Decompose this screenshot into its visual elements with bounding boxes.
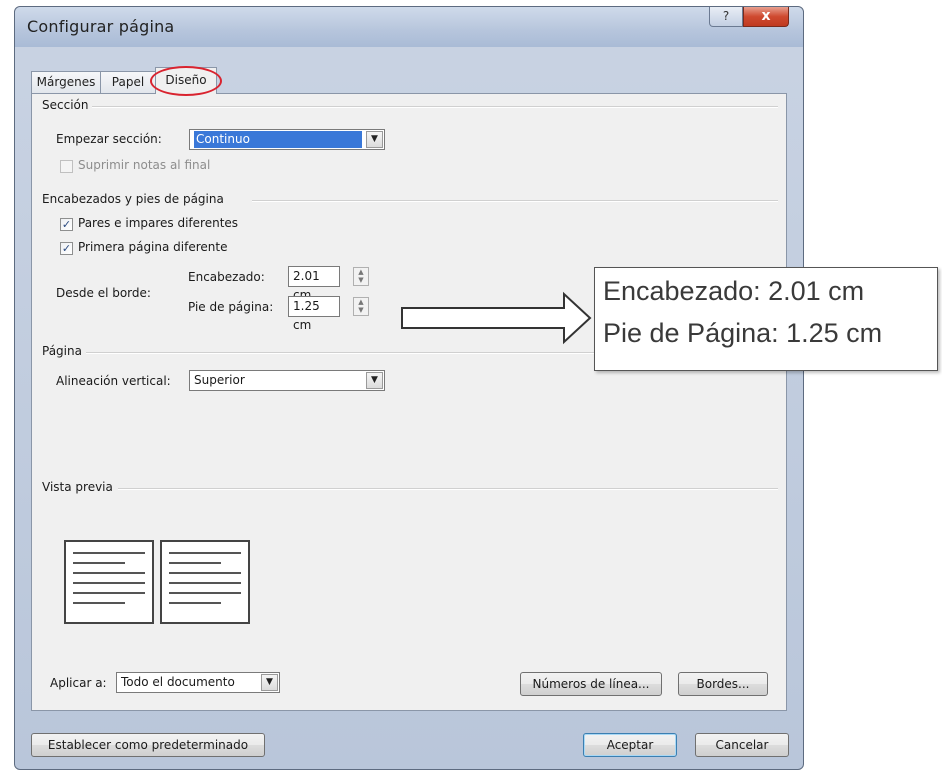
- ok-button[interactable]: Aceptar: [583, 733, 677, 757]
- tab-paper[interactable]: Papel: [100, 71, 156, 93]
- footer-distance-input[interactable]: 1.25 cm ▲ ▼: [288, 296, 369, 332]
- preview-page-left: [64, 540, 154, 624]
- apply-to-label: Aplicar a:: [50, 676, 107, 690]
- arrow-right-icon: [401, 291, 592, 345]
- odd-even-checkbox[interactable]: ✓: [60, 218, 73, 231]
- footer-distance-value: 1.25 cm: [293, 299, 320, 332]
- chevron-down-icon[interactable]: ▼: [261, 674, 278, 691]
- odd-even-label: Pares e impares diferentes: [78, 216, 239, 230]
- chevron-down-icon[interactable]: ▼: [366, 372, 383, 389]
- section-divider: [92, 106, 778, 108]
- headers-footers-divider: [252, 200, 778, 202]
- header-distance-label: Encabezado:: [188, 270, 265, 284]
- section-start-value: Continuo: [194, 131, 362, 148]
- help-button[interactable]: ?: [709, 7, 743, 27]
- title-bar[interactable]: Configurar página ? x: [15, 7, 803, 47]
- headers-footers-heading: Encabezados y pies de página: [42, 192, 228, 206]
- vertical-alignment-select[interactable]: Superior ▼: [189, 370, 385, 391]
- tab-margins[interactable]: Márgenes: [31, 71, 101, 93]
- section-start-label: Empezar sección:: [56, 132, 162, 146]
- set-default-button[interactable]: Establecer como predeterminado: [31, 733, 265, 757]
- vertical-alignment-value: Superior: [194, 373, 245, 387]
- page-heading: Página: [42, 344, 86, 358]
- first-page-label: Primera página diferente: [78, 240, 228, 254]
- spinner-arrows-icon[interactable]: ▲ ▼: [353, 297, 369, 316]
- suppress-endnotes-label: Suprimir notas al final: [78, 158, 211, 172]
- line-numbers-button[interactable]: Números de línea...: [520, 672, 662, 696]
- preview-page-right: [160, 540, 250, 624]
- borders-button[interactable]: Bordes...: [678, 672, 768, 696]
- callout-header-text: Encabezado: 2.01 cm: [603, 276, 865, 306]
- from-edge-label: Desde el borde:: [56, 286, 151, 300]
- section-start-select[interactable]: Continuo ▼: [189, 129, 385, 150]
- spinner-arrows-icon[interactable]: ▲ ▼: [353, 267, 369, 286]
- page-setup-dialog: Configurar página ? x Márgenes Papel Dis…: [14, 6, 804, 770]
- layout-panel: Sección Empezar sección: Continuo ▼ Supr…: [31, 93, 787, 711]
- cancel-button[interactable]: Cancelar: [695, 733, 789, 757]
- annotation-callout: Encabezado: 2.01 cm Pie de Página: 1.25 …: [594, 267, 938, 371]
- vertical-alignment-label: Alineación vertical:: [56, 374, 171, 388]
- footer-distance-label: Pie de página:: [188, 300, 274, 314]
- apply-to-select[interactable]: Todo el documento ▼: [116, 672, 280, 693]
- header-distance-input[interactable]: 2.01 cm ▲ ▼: [288, 266, 369, 302]
- callout-footer-text: Pie de Página: 1.25 cm: [603, 318, 883, 348]
- suppress-endnotes-checkbox[interactable]: [60, 160, 73, 173]
- section-heading: Sección: [42, 98, 93, 112]
- apply-to-value: Todo el documento: [121, 675, 235, 689]
- dialog-title: Configurar página: [27, 17, 175, 36]
- tab-layout[interactable]: Diseño: [150, 66, 222, 96]
- first-page-checkbox[interactable]: ✓: [60, 242, 73, 255]
- preview-heading: Vista previa: [42, 480, 117, 494]
- tab-layout-label: Diseño: [165, 73, 207, 87]
- close-button[interactable]: x: [743, 7, 789, 27]
- chevron-down-icon[interactable]: ▼: [366, 131, 383, 148]
- preview-divider: [118, 488, 778, 490]
